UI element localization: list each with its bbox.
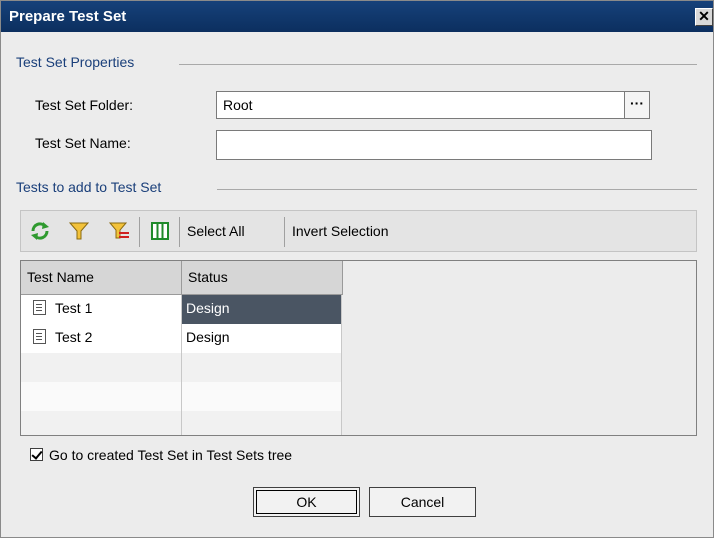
prepare-test-set-dialog: Prepare Test Set ✕ Test Set Properties T… bbox=[0, 0, 714, 538]
clear-filter-icon[interactable] bbox=[108, 220, 130, 242]
name-label: Test Set Name: bbox=[35, 135, 131, 151]
table-row[interactable]: Test 1 Design bbox=[21, 295, 342, 324]
test-name-cell: Test 2 bbox=[21, 324, 182, 353]
check-mark-icon bbox=[31, 448, 43, 460]
test-name-text: Test 2 bbox=[55, 329, 93, 345]
refresh-icon[interactable] bbox=[29, 220, 51, 242]
test-document-icon bbox=[33, 329, 46, 344]
select-all-button[interactable]: Select All bbox=[187, 223, 245, 239]
properties-divider bbox=[179, 64, 697, 65]
dialog-title: Prepare Test Set bbox=[9, 8, 127, 25]
empty-row bbox=[21, 411, 342, 435]
tests-grid: Test Name Status Test 1 Design Test 2 De… bbox=[20, 260, 697, 436]
empty-cell bbox=[182, 382, 342, 411]
table-row[interactable]: Test 2 Design bbox=[21, 324, 342, 353]
test-name-cell: Test 1 bbox=[21, 295, 182, 324]
toolbar-separator bbox=[139, 217, 140, 247]
close-icon[interactable]: ✕ bbox=[695, 8, 713, 26]
goto-test-set-label: Go to created Test Set in Test Sets tree bbox=[49, 447, 293, 463]
tests-toolbar: Select All Invert Selection bbox=[20, 210, 697, 252]
toolbar-separator bbox=[284, 217, 285, 247]
column-header-test-name[interactable]: Test Name bbox=[21, 261, 182, 295]
columns-icon[interactable] bbox=[149, 220, 171, 242]
empty-cell bbox=[21, 382, 182, 411]
tests-section-title: Tests to add to Test Set bbox=[16, 179, 162, 195]
empty-row bbox=[21, 382, 342, 411]
test-name-text: Test 1 bbox=[55, 300, 93, 316]
empty-cell bbox=[21, 353, 182, 382]
empty-cell bbox=[21, 411, 182, 435]
toolbar-separator bbox=[179, 217, 180, 247]
goto-test-set-checkbox[interactable] bbox=[30, 448, 43, 461]
invert-selection-button[interactable]: Invert Selection bbox=[292, 223, 389, 239]
properties-section-title: Test Set Properties bbox=[16, 54, 135, 70]
column-header-status[interactable]: Status bbox=[182, 261, 343, 295]
empty-cell bbox=[182, 411, 342, 435]
ok-button[interactable]: OK bbox=[253, 487, 360, 517]
folder-value: Root bbox=[223, 97, 253, 113]
empty-cell bbox=[182, 353, 342, 382]
folder-field[interactable]: Root bbox=[216, 91, 625, 119]
filter-icon[interactable] bbox=[68, 220, 90, 242]
status-cell[interactable]: Design bbox=[182, 295, 342, 324]
test-document-icon bbox=[33, 300, 46, 315]
test-set-name-input[interactable] bbox=[216, 130, 652, 160]
folder-label: Test Set Folder: bbox=[35, 97, 134, 113]
tests-divider bbox=[217, 189, 697, 190]
title-bar[interactable]: Prepare Test Set ✕ bbox=[1, 1, 713, 32]
cancel-button[interactable]: Cancel bbox=[369, 487, 476, 517]
browse-folder-button[interactable]: ··· bbox=[624, 91, 650, 119]
status-cell[interactable]: Design bbox=[182, 324, 342, 353]
empty-row bbox=[21, 353, 342, 382]
